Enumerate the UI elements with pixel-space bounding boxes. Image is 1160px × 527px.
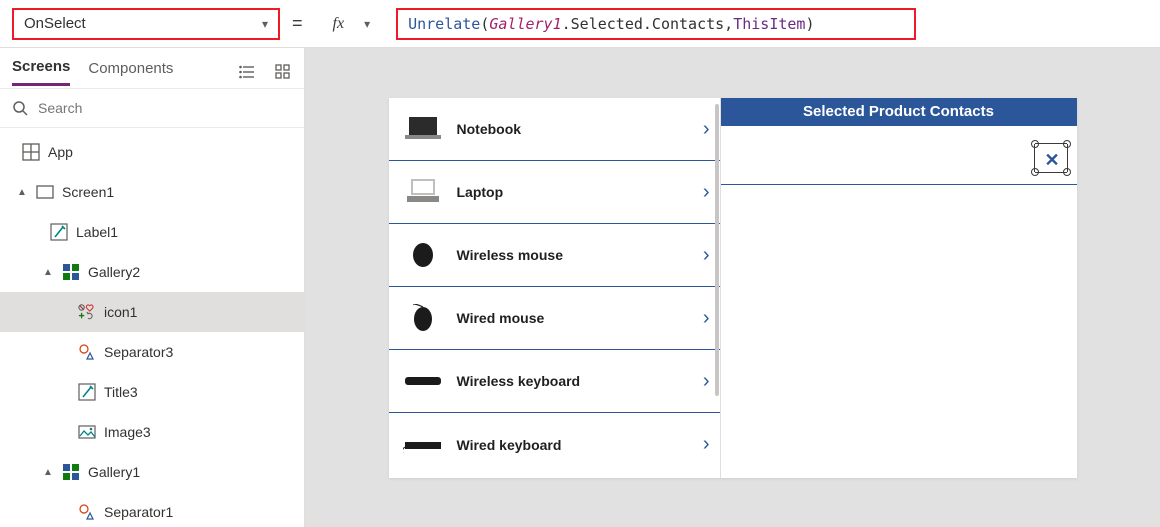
formula-token: ): [805, 15, 814, 33]
chevron-right-icon[interactable]: ›: [703, 181, 710, 204]
gallery-icon: [62, 263, 80, 281]
selection-handle[interactable]: ✕: [1031, 140, 1071, 176]
product-thumb: [403, 430, 443, 460]
equals-sign: =: [292, 13, 303, 34]
tabs-row: Screens Components: [0, 48, 304, 86]
gallery1-item[interactable]: Wired keyboard ›: [389, 413, 720, 476]
search-input[interactable]: [38, 100, 292, 116]
app-canvas[interactable]: Notebook › Laptop › Wireless mouse › Wir…: [389, 98, 1077, 478]
tree-item-gallery2[interactable]: ▲ Gallery2: [0, 252, 304, 292]
formula-token: (: [480, 15, 489, 33]
tree: App ▲ Screen1 Label1 ▲ Galle: [0, 128, 304, 527]
gallery2-item[interactable]: ✕: [721, 126, 1077, 185]
gallery1-item[interactable]: Wired mouse ›: [389, 287, 720, 350]
fx-label: fx: [333, 15, 345, 33]
screen-icon: [36, 183, 54, 201]
chevron-right-icon[interactable]: ›: [703, 118, 710, 141]
close-icon[interactable]: ✕: [1045, 150, 1060, 171]
tree-label: Label1: [76, 224, 118, 240]
tree-label: Gallery1: [88, 464, 140, 480]
tree-item-screen1[interactable]: ▲ Screen1: [0, 172, 304, 212]
formula-token-thisitem: ThisItem: [733, 15, 805, 33]
chevron-down-icon: ▾: [262, 17, 268, 31]
search-row: [0, 88, 304, 128]
product-title: Wireless keyboard: [457, 373, 689, 389]
canvas-area: Notebook › Laptop › Wireless mouse › Wir…: [305, 48, 1160, 527]
tree-label: Separator3: [104, 344, 173, 360]
product-title: Wired mouse: [457, 310, 689, 326]
separator-icon: [78, 343, 96, 361]
product-title: Wireless mouse: [457, 247, 689, 263]
formula-token: .Selected.Contacts,: [562, 15, 734, 33]
grid-view-icon[interactable]: [274, 63, 292, 81]
gallery1[interactable]: Notebook › Laptop › Wireless mouse › Wir…: [389, 98, 721, 478]
property-name: OnSelect: [24, 15, 86, 32]
product-thumb: [403, 303, 443, 333]
chevron-right-icon[interactable]: ›: [703, 244, 710, 267]
caret-down-icon[interactable]: ▲: [42, 267, 54, 278]
tree-item-image3[interactable]: Image3: [0, 412, 304, 452]
caret-down-icon[interactable]: ▲: [42, 467, 54, 478]
tab-screens[interactable]: Screens: [12, 58, 70, 86]
product-title: Laptop: [457, 184, 689, 200]
tree-label: icon1: [104, 304, 137, 320]
app-icon: [22, 143, 40, 161]
formula-input[interactable]: Unrelate ( Gallery1 .Selected.Contacts, …: [396, 8, 916, 40]
tree-item-gallery1[interactable]: ▲ Gallery1: [0, 452, 304, 492]
gallery-icon: [62, 463, 80, 481]
chevron-right-icon[interactable]: ›: [703, 307, 710, 330]
product-thumb: [403, 366, 443, 396]
tab-components[interactable]: Components: [88, 60, 173, 85]
formula-bar: OnSelect ▾ = fx ▾ Unrelate ( Gallery1 .S…: [0, 0, 1160, 48]
gallery1-item[interactable]: Wireless keyboard ›: [389, 350, 720, 413]
image-icon: [78, 423, 96, 441]
product-thumb: [403, 177, 443, 207]
tree-item-app[interactable]: App: [0, 132, 304, 172]
tree-item-separator3[interactable]: Separator3: [0, 332, 304, 372]
chevron-right-icon[interactable]: ›: [703, 433, 710, 456]
scrollbar[interactable]: [715, 104, 719, 396]
tree-label: Separator1: [104, 504, 173, 520]
caret-down-icon[interactable]: ▲: [16, 187, 28, 198]
formula-token-identifier: Gallery1: [489, 15, 561, 33]
main-area: Screens Components App: [0, 48, 1160, 527]
tree-view-panel: Screens Components App: [0, 48, 305, 527]
gallery1-item[interactable]: Wireless mouse ›: [389, 224, 720, 287]
tree-label: App: [48, 144, 73, 160]
separator-icon: [78, 503, 96, 521]
tree-label: Title3: [104, 384, 138, 400]
tree-label: Screen1: [62, 184, 114, 200]
chevron-right-icon[interactable]: ›: [703, 370, 710, 393]
product-title: Wired keyboard: [457, 437, 689, 453]
property-selector[interactable]: OnSelect ▾: [12, 8, 280, 40]
tree-item-label1[interactable]: Label1: [0, 212, 304, 252]
formula-token-function: Unrelate: [408, 15, 480, 33]
product-thumb: [403, 240, 443, 270]
contacts-column: Selected Product Contacts ✕: [721, 98, 1077, 478]
chevron-down-icon[interactable]: ▾: [364, 17, 370, 31]
label-icon: [78, 383, 96, 401]
gallery1-item[interactable]: Notebook ›: [389, 98, 720, 161]
label-icon: [50, 223, 68, 241]
icons-icon: [78, 303, 96, 321]
tree-label: Image3: [104, 424, 151, 440]
tree-options-icon[interactable]: [238, 63, 256, 81]
tree-item-icon1[interactable]: icon1: [0, 292, 304, 332]
product-thumb: [403, 114, 443, 144]
contacts-header: Selected Product Contacts: [721, 98, 1077, 126]
gallery1-item[interactable]: Laptop ›: [389, 161, 720, 224]
tree-item-separator1[interactable]: Separator1: [0, 492, 304, 527]
product-title: Notebook: [457, 121, 689, 137]
tree-label: Gallery2: [88, 264, 140, 280]
tree-item-title3[interactable]: Title3: [0, 372, 304, 412]
search-icon: [12, 100, 28, 116]
